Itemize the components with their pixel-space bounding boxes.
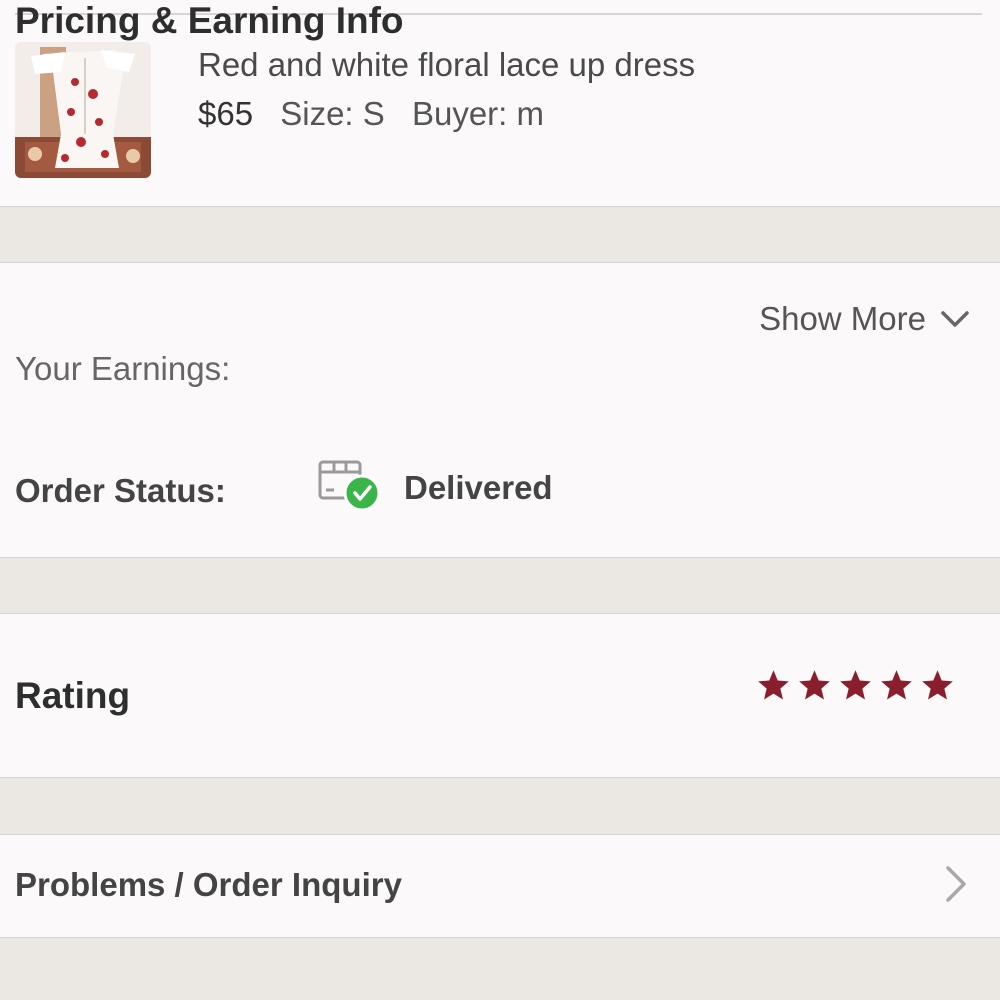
item-size: Size: S [280,95,385,132]
pricing-card[interactable] [0,262,1000,424]
star-icon [881,670,912,700]
item-price: $65 [198,95,254,132]
item-title: Red and white floral lace up dress [198,46,696,83]
order-status-value: Delivered [404,469,553,506]
show-more-label: Show More [759,300,926,337]
item-buyer: Buyer: m [411,95,544,132]
show-more-button[interactable]: Show More [759,300,970,338]
star-icon [758,670,789,700]
redaction-mask [560,100,860,155]
chevron-right-icon [946,866,966,902]
redaction-mask [230,348,460,394]
star-icon [799,670,830,700]
rating-stars [756,668,955,703]
rating-label: Rating [15,675,131,716]
package-delivered-icon [318,460,381,512]
pricing-title: Pricing & Earning Info [15,0,404,41]
item-thumbnail[interactable] [15,42,151,178]
star-icon [922,670,953,700]
earnings-label: Your Earnings: [15,350,231,387]
star-icon [840,670,871,700]
chevron-down-icon [941,311,969,327]
item-meta: $65 Size: S Buyer: m [198,95,544,133]
order-status-label: Order Status: [15,472,226,509]
problems-label: Problems / Order Inquiry [15,866,402,903]
